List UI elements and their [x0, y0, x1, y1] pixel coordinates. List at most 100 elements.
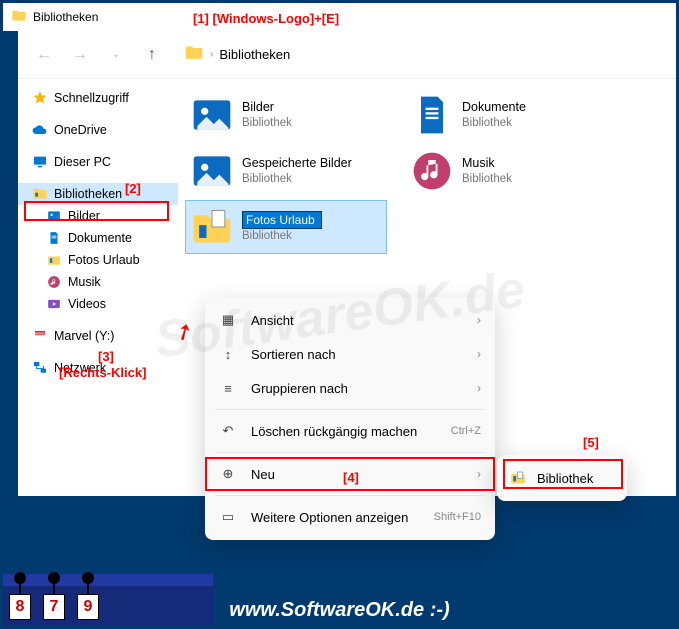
sidebar-item-label: OneDrive [54, 123, 107, 137]
documents-library-icon [410, 93, 454, 137]
sidebar-item-libraries[interactable]: Bibliotheken [18, 183, 178, 205]
library-icon [46, 252, 62, 268]
library-item-sub: Bibliothek [462, 116, 526, 131]
rename-input[interactable] [242, 211, 322, 229]
library-item-sub: Bibliothek [462, 172, 512, 187]
library-item-sub: Bibliothek [242, 172, 352, 187]
separator [215, 409, 485, 410]
sidebar-item-lib-videos[interactable]: Videos [18, 293, 178, 315]
library-item-musik[interactable]: MusikBibliothek [406, 145, 606, 197]
ctx-new[interactable]: ⊕ Neu › [205, 457, 495, 491]
chevron-right-icon: › [477, 347, 481, 361]
ctx-label: Weitere Optionen anzeigen [251, 510, 420, 525]
folder-icon [11, 8, 27, 27]
ctx-sort[interactable]: ↕ Sortieren nach › [205, 337, 495, 371]
sidebar-item-lib-fotos[interactable]: Fotos Urlaub [18, 249, 178, 271]
folder-icon [184, 43, 204, 66]
separator [215, 495, 485, 496]
up-button[interactable]: ↑ [138, 41, 166, 69]
sidebar-item-label: Schnellzugriff [54, 91, 129, 105]
breadcrumb[interactable]: Bibliotheken [219, 47, 290, 62]
drive-icon: MARVEL [32, 328, 48, 344]
library-item-sub: Bibliothek [242, 229, 322, 244]
plus-circle-icon: ⊕ [219, 465, 237, 483]
music-icon [46, 274, 62, 290]
forward-button[interactable]: → [66, 41, 94, 69]
library-item-name: Dokumente [462, 99, 526, 115]
undo-icon: ↶ [219, 422, 237, 440]
sidebar-item-label: Marvel (Y:) [54, 329, 114, 343]
sidebar-item-network[interactable]: Netzwerk [18, 357, 178, 379]
library-item-name: Bilder [242, 99, 292, 115]
star-icon [32, 90, 48, 106]
chevron-right-icon: › [210, 49, 213, 60]
sidebar-item-label: Dokumente [68, 231, 132, 245]
documents-icon [46, 230, 62, 246]
sidebar-item-onedrive[interactable]: OneDrive [18, 119, 178, 141]
new-library-icon [190, 205, 234, 249]
pictures-library-icon [190, 93, 234, 137]
svg-text:MARVEL: MARVEL [35, 332, 46, 335]
more-options-icon: ▭ [219, 508, 237, 526]
ctx-label: Neu [251, 467, 463, 482]
sidebar-item-lib-dokumente[interactable]: Dokumente [18, 227, 178, 249]
cloud-icon [32, 122, 48, 138]
ctx-label: Gruppieren nach [251, 381, 463, 396]
ctx-undo[interactable]: ↶ Löschen rückgängig machen Ctrl+Z [205, 414, 495, 448]
ctx-label: Sortieren nach [251, 347, 463, 362]
ctx-new-library[interactable]: Bibliothek [497, 461, 627, 495]
sidebar-item-lib-bilder[interactable]: Bilder [18, 205, 178, 227]
library-item-editing[interactable]: Bibliothek [186, 201, 386, 253]
sort-icon: ↕ [219, 345, 237, 363]
toolbar: ← → ⌄ ↑ › Bibliotheken [18, 31, 676, 79]
library-item-gespeicherte[interactable]: Gespeicherte BilderBibliothek [186, 145, 386, 197]
sidebar-item-marvel[interactable]: MARVEL Marvel (Y:) [18, 325, 178, 347]
sidebar-item-label: Fotos Urlaub [68, 253, 140, 267]
window-titlebar: Bibliotheken [3, 3, 676, 31]
recent-dropdown-icon[interactable]: ⌄ [102, 41, 130, 69]
library-item-name: Musik [462, 155, 512, 171]
separator [215, 452, 485, 453]
library-item-bilder[interactable]: BilderBibliothek [186, 89, 386, 141]
sidebar-item-label: Netzwerk [54, 361, 106, 375]
sidebar-item-label: Bibliotheken [54, 187, 122, 201]
sidebar-item-label: Dieser PC [54, 155, 111, 169]
group-icon: ≡ [219, 379, 237, 397]
libraries-icon [32, 186, 48, 202]
ctx-label: Löschen rückgängig machen [251, 424, 437, 439]
context-menu: ▦ Ansicht › ↕ Sortieren nach › ≡ Gruppie… [205, 297, 495, 540]
ctx-label: Bibliothek [537, 471, 615, 486]
saved-pictures-icon [190, 149, 234, 193]
address-bar[interactable]: › Bibliotheken [184, 43, 290, 66]
sidebar-item-label: Videos [68, 297, 106, 311]
footer-url: www.SoftwareOK.de :-) [3, 599, 676, 622]
ctx-view[interactable]: ▦ Ansicht › [205, 303, 495, 337]
videos-icon [46, 296, 62, 312]
library-icon [509, 469, 527, 487]
music-library-icon [410, 149, 454, 193]
window-title: Bibliotheken [33, 10, 98, 24]
sidebar-item-quickaccess[interactable]: Schnellzugriff [18, 87, 178, 109]
sidebar-item-label: Musik [68, 275, 101, 289]
sidebar: Schnellzugriff OneDrive Dieser PC Biblio… [18, 79, 178, 496]
chevron-right-icon: › [477, 467, 481, 481]
network-icon [32, 360, 48, 376]
ctx-label: Ansicht [251, 313, 463, 328]
sidebar-item-label: Bilder [68, 209, 100, 223]
grid-icon: ▦ [219, 311, 237, 329]
ctx-more[interactable]: ▭ Weitere Optionen anzeigen Shift+F10 [205, 500, 495, 534]
library-item-sub: Bibliothek [242, 116, 292, 131]
sidebar-item-lib-musik[interactable]: Musik [18, 271, 178, 293]
pictures-icon [46, 208, 62, 224]
chevron-right-icon: › [477, 381, 481, 395]
library-item-name: Gespeicherte Bilder [242, 155, 352, 171]
sidebar-item-thispc[interactable]: Dieser PC [18, 151, 178, 173]
chevron-right-icon: › [477, 313, 481, 327]
monitor-icon [32, 154, 48, 170]
ctx-group[interactable]: ≡ Gruppieren nach › [205, 371, 495, 405]
context-submenu: Bibliothek [497, 455, 627, 501]
ctx-shortcut: Shift+F10 [434, 511, 481, 523]
back-button[interactable]: ← [30, 41, 58, 69]
library-item-dokumente[interactable]: DokumenteBibliothek [406, 89, 606, 141]
ctx-shortcut: Ctrl+Z [451, 425, 481, 437]
